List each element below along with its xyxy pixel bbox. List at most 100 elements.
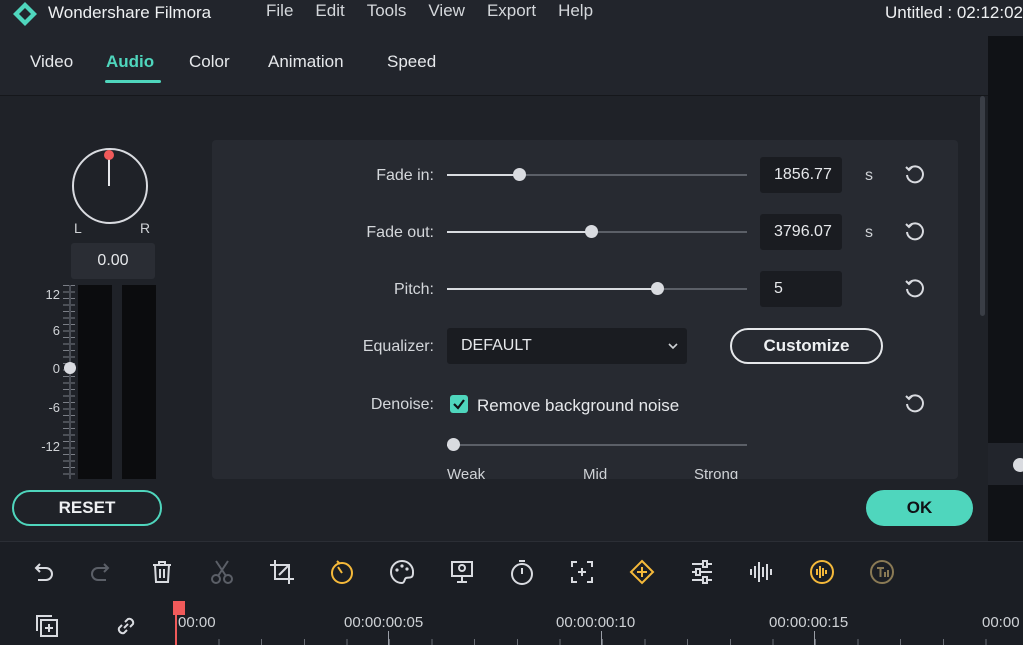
level-meter-right bbox=[122, 285, 156, 479]
timeline-ruler[interactable]: 00:00 00:00:00:05 00:00:00:10 00:00:00:1… bbox=[0, 601, 1023, 645]
menu-view[interactable]: View bbox=[428, 1, 465, 21]
freeze-frame-icon[interactable] bbox=[448, 558, 476, 586]
tab-audio[interactable]: Audio bbox=[106, 52, 154, 72]
ruler-major-tick bbox=[814, 631, 815, 645]
fade-in-slider-fill bbox=[447, 174, 519, 176]
add-track-icon[interactable] bbox=[34, 613, 60, 639]
fade-out-slider[interactable] bbox=[447, 225, 747, 238]
tab-speed[interactable]: Speed bbox=[387, 52, 436, 72]
fade-in-slider[interactable] bbox=[447, 168, 747, 181]
tab-video[interactable]: Video bbox=[30, 52, 73, 72]
speed-icon[interactable] bbox=[328, 558, 356, 586]
fade-in-input[interactable]: 1856.77 bbox=[760, 157, 842, 193]
pan-knob-indicator bbox=[104, 150, 114, 160]
fade-out-label: Fade out: bbox=[366, 224, 434, 241]
menu-help[interactable]: Help bbox=[558, 1, 593, 21]
editor-tabs: Video Audio Color Animation Speed bbox=[0, 36, 988, 96]
fade-out-input[interactable]: 3796.07 bbox=[760, 214, 842, 250]
preview-panel bbox=[988, 36, 1023, 541]
adjust-icon[interactable] bbox=[688, 558, 716, 586]
menu-edit[interactable]: Edit bbox=[315, 1, 344, 21]
audio-stretch-icon[interactable] bbox=[808, 558, 836, 586]
project-title: Untitled : 02:12:02 bbox=[885, 3, 1023, 22]
db-label: 0 bbox=[52, 361, 60, 376]
reset-button[interactable]: RESET bbox=[12, 490, 162, 526]
denoise-level-slider[interactable] bbox=[447, 438, 747, 451]
pitch-slider[interactable] bbox=[447, 282, 747, 295]
link-icon[interactable] bbox=[113, 613, 139, 639]
pitch-slider-thumb[interactable] bbox=[651, 282, 664, 295]
preview-scrubber-handle[interactable] bbox=[1013, 458, 1023, 472]
denoise-reset-icon[interactable] bbox=[903, 392, 927, 416]
fade-out-slider-thumb[interactable] bbox=[585, 225, 598, 238]
pan-left-label: L bbox=[74, 220, 82, 236]
title-bar: Wondershare Filmora File Edit Tools View… bbox=[0, 0, 1023, 36]
undo-icon[interactable] bbox=[28, 558, 56, 586]
equalizer-label: Equalizer: bbox=[362, 338, 434, 355]
tab-animation[interactable]: Animation bbox=[268, 52, 344, 72]
remove-background-noise-label: Remove background noise bbox=[477, 396, 680, 415]
timecode-label: 00:00:00:05 bbox=[344, 614, 424, 631]
tab-color[interactable]: Color bbox=[189, 52, 230, 72]
audio-editor-panel: Video Audio Color Animation Speed L R 0.… bbox=[0, 36, 988, 541]
keyframe-icon[interactable] bbox=[628, 558, 656, 586]
text-to-speech-icon[interactable] bbox=[868, 558, 896, 586]
filmora-logo-icon bbox=[13, 2, 37, 26]
timecode-label: 00:00 bbox=[178, 614, 216, 631]
timeline-toolbar bbox=[0, 541, 1023, 601]
timecode-label: 00:00:00:15 bbox=[769, 614, 849, 631]
duration-icon[interactable] bbox=[508, 558, 536, 586]
fade-in-label: Fade in: bbox=[376, 167, 434, 184]
timecode-label: 00:00:00:10 bbox=[556, 614, 636, 631]
db-label: -12 bbox=[41, 439, 60, 454]
denoise-label: Denoise: bbox=[370, 396, 434, 413]
equalizer-select[interactable]: DEFAULT bbox=[447, 328, 687, 364]
db-label: 6 bbox=[52, 323, 60, 338]
pitch-input[interactable]: 5 bbox=[760, 271, 842, 307]
menu-tools[interactable]: Tools bbox=[367, 1, 407, 21]
color-palette-icon[interactable] bbox=[388, 558, 416, 586]
menu-export[interactable]: Export bbox=[487, 1, 536, 21]
pitch-slider-fill bbox=[447, 288, 657, 290]
ok-button[interactable]: OK bbox=[866, 490, 973, 526]
checkmark-icon bbox=[453, 399, 465, 410]
ruler-minor-ticks bbox=[176, 639, 1023, 645]
level-meter-left bbox=[78, 285, 112, 479]
fade-out-unit: s bbox=[865, 224, 873, 241]
equalizer-selected-value: DEFAULT bbox=[461, 337, 532, 354]
denoise-slider-thumb[interactable] bbox=[447, 438, 460, 451]
volume-slider-handle[interactable] bbox=[64, 362, 76, 374]
playhead-line bbox=[175, 613, 177, 645]
menu-bar: File Edit Tools View Export Help bbox=[266, 1, 615, 21]
panel-scrollbar[interactable] bbox=[980, 96, 985, 316]
ruler-major-tick bbox=[388, 631, 389, 645]
customize-equalizer-button[interactable]: Customize bbox=[730, 328, 883, 364]
fade-in-reset-icon[interactable] bbox=[903, 163, 927, 187]
volume-slider-track[interactable] bbox=[69, 285, 71, 479]
fade-out-slider-fill bbox=[447, 231, 591, 233]
audio-settings-card bbox=[212, 140, 958, 479]
pan-value-field[interactable]: 0.00 bbox=[71, 243, 155, 279]
chevron-down-icon bbox=[668, 343, 678, 350]
fade-in-slider-thumb[interactable] bbox=[513, 168, 526, 181]
remove-background-noise-checkbox[interactable] bbox=[450, 395, 468, 413]
cut-icon[interactable] bbox=[208, 558, 236, 586]
app-name: Wondershare Filmora bbox=[48, 3, 212, 22]
pitch-reset-icon[interactable] bbox=[903, 277, 927, 301]
pan-knob-needle bbox=[108, 156, 110, 186]
pitch-label: Pitch: bbox=[393, 281, 434, 298]
fade-out-reset-icon[interactable] bbox=[903, 220, 927, 244]
zoom-fit-icon[interactable] bbox=[568, 558, 596, 586]
db-label: 12 bbox=[45, 287, 60, 302]
active-tab-indicator bbox=[105, 80, 161, 83]
db-label: -6 bbox=[48, 400, 60, 415]
ruler-major-tick bbox=[601, 631, 602, 645]
crop-icon[interactable] bbox=[268, 558, 296, 586]
redo-icon[interactable] bbox=[88, 558, 116, 586]
audio-waveform-icon[interactable] bbox=[748, 558, 776, 586]
delete-icon[interactable] bbox=[148, 558, 176, 586]
fade-in-unit: s bbox=[865, 167, 873, 184]
timecode-label: 00:00 bbox=[982, 614, 1020, 631]
pan-right-label: R bbox=[140, 220, 151, 236]
menu-file[interactable]: File bbox=[266, 1, 293, 21]
